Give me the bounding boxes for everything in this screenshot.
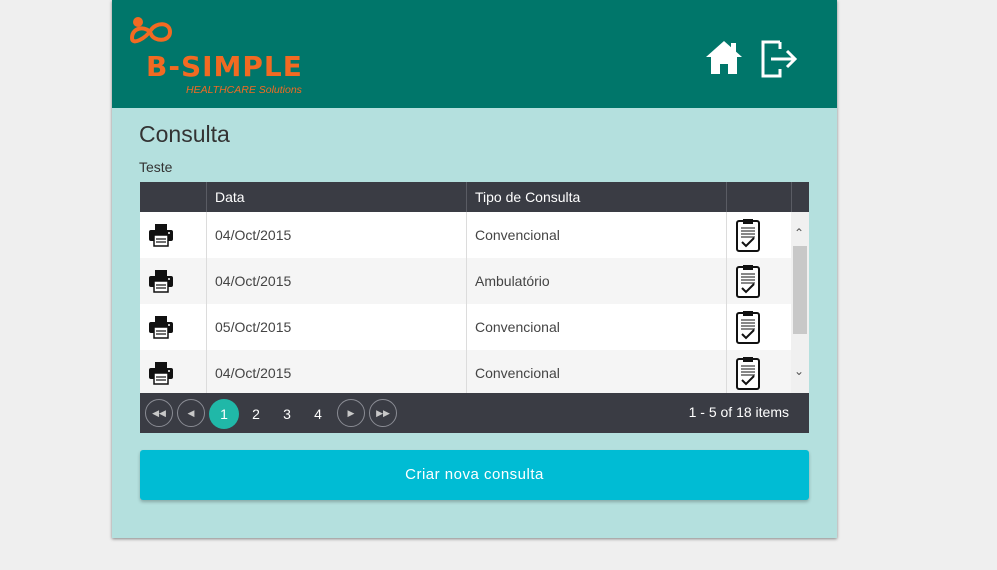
brand-tagline: HEALTHCARE Solutions — [186, 84, 302, 96]
logout-button[interactable] — [758, 38, 802, 82]
scrollbar-thumb[interactable] — [793, 246, 807, 334]
grid-pager: ◀◀ ◀ 1 2 3 4 ▶ ▶▶ 1 - 5 of 18 items — [140, 393, 809, 433]
infinity-logo-icon — [129, 17, 173, 44]
page-1-button[interactable]: 1 — [209, 399, 239, 429]
prev-page-icon[interactable]: ◀ — [177, 399, 205, 427]
page-4-button[interactable]: 4 — [303, 399, 333, 429]
column-header-action — [726, 182, 791, 212]
print-cell[interactable] — [140, 258, 206, 304]
date-cell: 05/Oct/2015 — [206, 304, 466, 350]
create-consultation-button[interactable]: Criar nova consulta — [140, 450, 809, 500]
first-page-icon[interactable]: ◀◀ — [145, 399, 173, 427]
home-icon — [706, 41, 742, 74]
page-title: Consulta — [139, 121, 230, 147]
clipboard-check-icon[interactable] — [735, 310, 761, 344]
page-subtitle: Teste — [139, 159, 173, 175]
home-button[interactable] — [704, 38, 748, 82]
brand-name: B-SIMPLE — [146, 50, 303, 83]
clipboard-check-icon[interactable] — [735, 218, 761, 252]
consultations-grid: Data Tipo de Consulta 04/Oct/2015 Conven… — [140, 182, 809, 433]
action-cell[interactable] — [726, 304, 791, 350]
action-cell[interactable] — [726, 350, 791, 393]
type-cell: Convencional — [466, 350, 726, 393]
type-cell: Convencional — [466, 212, 726, 258]
grid-scrollbar[interactable]: ⌃ ⌄ — [791, 212, 809, 393]
grid-rows: 04/Oct/2015 Convencional 04/Oct/2015 Amb… — [140, 212, 791, 393]
type-cell: Convencional — [466, 304, 726, 350]
action-cell[interactable] — [726, 258, 791, 304]
app-container: B-SIMPLE HEALTHCARE Solutions Consulta T… — [112, 0, 837, 538]
date-cell: 04/Oct/2015 — [206, 258, 466, 304]
header-bar: B-SIMPLE HEALTHCARE Solutions — [112, 0, 837, 108]
table-row[interactable]: 04/Oct/2015 Ambulatório — [140, 258, 791, 304]
date-cell: 04/Oct/2015 — [206, 350, 466, 393]
next-page-icon[interactable]: ▶ — [337, 399, 365, 427]
type-cell: Ambulatório — [466, 258, 726, 304]
printer-icon[interactable] — [148, 223, 174, 247]
clipboard-check-icon[interactable] — [735, 264, 761, 298]
last-page-icon[interactable]: ▶▶ — [369, 399, 397, 427]
table-row[interactable]: 05/Oct/2015 Convencional — [140, 304, 791, 350]
print-cell[interactable] — [140, 212, 206, 258]
clipboard-check-icon[interactable] — [735, 356, 761, 390]
chevron-down-icon[interactable]: ⌄ — [794, 364, 804, 378]
grid-header: Data Tipo de Consulta — [140, 182, 809, 212]
column-header-type[interactable]: Tipo de Consulta — [466, 182, 726, 212]
page-2-button[interactable]: 2 — [241, 399, 271, 429]
brand-logo: B-SIMPLE HEALTHCARE Solutions — [126, 14, 316, 102]
printer-icon[interactable] — [148, 269, 174, 293]
table-row[interactable]: 04/Oct/2015 Convencional — [140, 212, 791, 258]
page-3-button[interactable]: 3 — [272, 399, 302, 429]
chevron-up-icon[interactable]: ⌃ — [794, 226, 804, 240]
column-header-print — [140, 182, 206, 212]
action-cell[interactable] — [726, 212, 791, 258]
pager-info: 1 - 5 of 18 items — [688, 404, 789, 420]
print-cell[interactable] — [140, 304, 206, 350]
logout-icon — [761, 40, 798, 78]
printer-icon[interactable] — [148, 361, 174, 385]
column-header-scroll — [791, 182, 809, 212]
column-header-date[interactable]: Data — [206, 182, 466, 212]
print-cell[interactable] — [140, 350, 206, 393]
printer-icon[interactable] — [148, 315, 174, 339]
date-cell: 04/Oct/2015 — [206, 212, 466, 258]
table-row[interactable]: 04/Oct/2015 Convencional — [140, 350, 791, 393]
